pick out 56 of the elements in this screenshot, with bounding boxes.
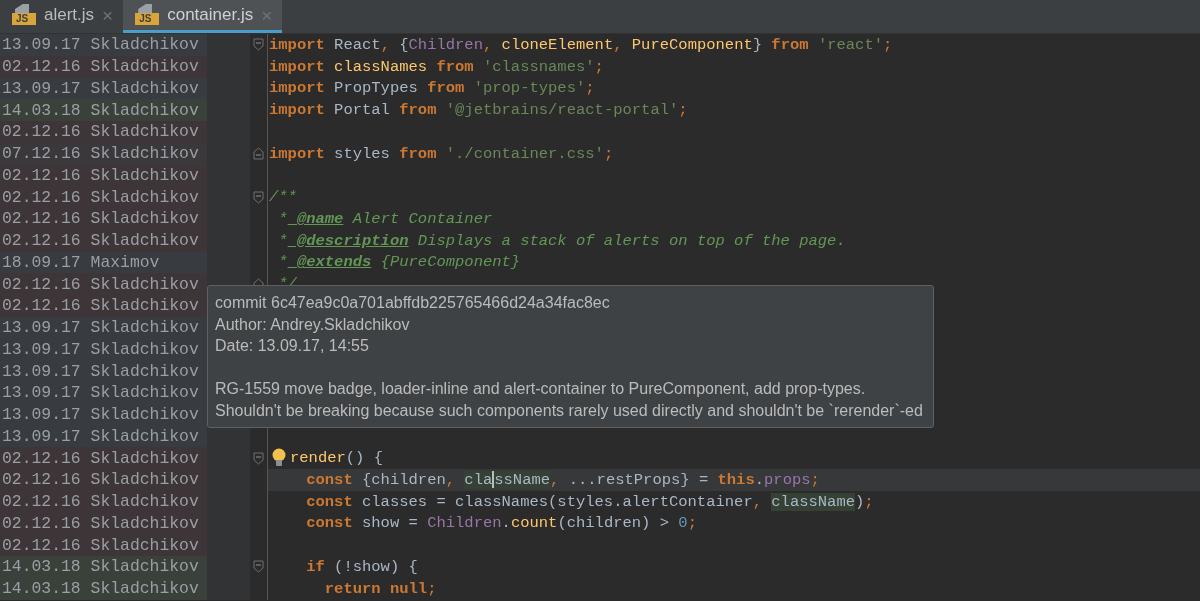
fold-icon[interactable] [253,190,264,204]
blame-annotation[interactable]: 02.12.16 Skladchikov [0,512,207,535]
blame-annotation[interactable]: 07.12.16 Skladchikov [0,142,207,165]
fold-icon[interactable] [253,451,264,465]
blame-annotation[interactable]: 13.09.17 Skladchikov [0,382,207,404]
blame-annotation[interactable]: 02.12.16 Skladchikov [0,121,207,143]
tab-label: container.js [167,5,254,25]
code-line: import PropTypes from 'prop-types'; [268,79,595,98]
blame-annotation[interactable]: 02.12.16 Skladchikov [0,55,207,78]
commit-detail: commit 6c47ea9c0a701abffdb225765466d24a34fac8ec [215,293,611,313]
commit-message: RG-1559 move badge, loader-inline and alert-container to PureComponent, add prop-types. [215,379,867,399]
code-line: * @name Alert Container [277,209,493,228]
tab-label: alert.js [44,5,95,25]
blame-annotation[interactable]: 14.03.18 Skladchikov [0,99,207,121]
code-line: const classes = classNames(styles.alertContainer, className); [305,492,874,511]
code-line: const {children, className, ...restProps} = this.props; [305,470,820,489]
blame-annotation[interactable]: 02.12.16 Skladchikov [0,208,207,230]
code-line: * @description Displays a stack of alerts on top of the page. [277,231,846,250]
lightbulb-icon[interactable] [271,448,287,469]
blame-annotation[interactable]: 13.09.17 Skladchikov [0,403,207,426]
code-line: return null; [323,579,437,598]
editor-tab[interactable]: JS alert.js × [0,0,124,33]
code-line: const show = Children.count(children) > 0; [305,514,697,533]
blame-annotation[interactable]: 02.12.16 Skladchikov [0,295,207,317]
code-line: import React, {Children, cloneElement, PureComponent} from 'react'; [268,35,893,54]
code-line: import Portal from '@jetbrains/react-portal'; [268,101,688,120]
code-line: render() { [289,449,384,468]
commit-message: Shouldn't be breaking because such components rarely used directly and shouldn't be `rerender`-ed [215,400,923,421]
blame-annotation[interactable]: 02.12.16 Skladchikov [0,186,207,208]
editor-tab[interactable]: JS container.js × [123,0,283,33]
blame-annotation[interactable]: 02.12.16 Skladchikov [0,229,207,252]
commit-detail: Date: 13.09.17, 14:55 [215,336,370,356]
blame-annotation[interactable]: 14.03.18 Skladchikov [0,577,207,600]
fold-icon[interactable] [253,38,264,52]
blame-annotation[interactable]: 13.09.17 Skladchikov [0,338,207,361]
blame-annotation[interactable]: 13.09.17 Skladchikov [0,77,207,100]
blame-annotation[interactable]: 18.09.17 Maximov [0,251,207,274]
blame-annotation[interactable]: 14.03.18 Skladchikov [0,556,207,578]
blame-annotation[interactable]: 02.12.16 Skladchikov [0,469,207,491]
commit-detail: Author: Andrey.Skladchikov [215,314,411,335]
code-line: * @extends {PureComponent} [277,253,521,272]
code-line: if (!show) { [305,557,418,576]
fold-icon[interactable] [253,560,264,574]
blame-annotation[interactable]: 02.12.16 Skladchikov [0,273,207,295]
code-line: import styles from './container.css'; [268,144,614,163]
blame-annotation[interactable]: 02.12.16 Skladchikov [0,534,207,556]
blame-annotation[interactable]: 13.09.17 Skladchikov [0,316,207,339]
blame-annotation[interactable]: 13.09.17 Skladchikov [0,425,207,448]
blame-annotation[interactable]: 02.12.16 Skladchikov [0,164,207,187]
blame-annotation[interactable]: 02.12.16 Skladchikov [0,447,207,469]
blame-annotation[interactable]: 02.12.16 Skladchikov [0,490,207,513]
fold-icon[interactable] [253,147,264,161]
code-line: /** [268,188,297,207]
blame-annotation[interactable]: 13.09.17 Skladchikov [0,34,207,56]
blame-annotation[interactable]: 13.09.17 Skladchikov [0,360,207,382]
code-line: import classNames from 'classnames'; [268,57,604,76]
